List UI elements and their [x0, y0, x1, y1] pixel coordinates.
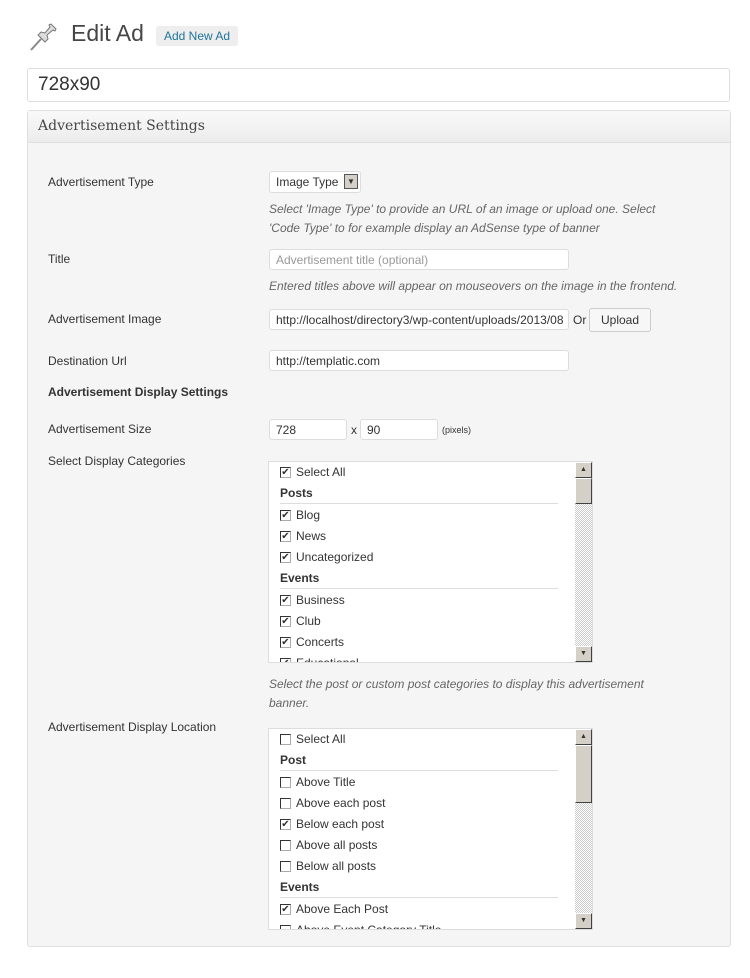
width-input[interactable]: 728	[269, 419, 347, 440]
checkbox-checked[interactable]: ✔	[280, 467, 291, 478]
location-listbox: Select All Post Above Title Above each post…	[268, 728, 593, 930]
list-item[interactable]: Above Title	[280, 772, 558, 793]
list-item[interactable]: Below all posts	[280, 856, 558, 877]
list-item[interactable]: ✔ Blog	[280, 505, 558, 526]
list-item-label: Blog	[296, 508, 321, 522]
checkbox-checked[interactable]: ✔	[280, 616, 291, 627]
title-label: Title	[48, 252, 71, 266]
list-item-label: Above each post	[296, 796, 386, 810]
add-new-ad-button[interactable]: Add New Ad	[156, 26, 239, 46]
list-item[interactable]: Select All	[280, 729, 558, 750]
advertisement-type-help: Select 'Image Type' to provide an URL of…	[269, 202, 656, 235]
display-categories-help: Select the post or custom post categorie…	[269, 677, 644, 710]
list-item-label: Concerts	[296, 635, 345, 649]
checkbox-unchecked[interactable]	[280, 798, 291, 809]
checkbox-unchecked[interactable]	[280, 861, 291, 872]
scroll-thumb[interactable]	[575, 745, 592, 803]
scroll-down-icon[interactable]: ▼	[575, 646, 592, 662]
list-item[interactable]: ✔ Educational	[280, 653, 558, 663]
checkbox-checked[interactable]: ✔	[280, 819, 291, 830]
display-location-label: Advertisement Display Location	[48, 720, 217, 734]
categories-listbox: ✔ Select All Posts ✔ Blog ✔ News ✔ Uncategorized…	[268, 461, 593, 663]
list-item-label: Select All	[296, 732, 346, 746]
list-item-label: Above Event Category Title	[296, 923, 442, 930]
select-value: Image Type	[276, 175, 339, 189]
list-item-label: Below each post	[296, 817, 385, 831]
advertisement-image-input[interactable]: http://localhost/directory3/wp-content/u…	[269, 309, 569, 330]
list-group-heading: Post	[280, 750, 558, 771]
list-item[interactable]: Above each post	[280, 793, 558, 814]
panel-header[interactable]: Advertisement Settings	[28, 111, 730, 143]
checkbox-checked[interactable]: ✔	[280, 595, 291, 606]
list-item-label: News	[296, 529, 327, 543]
or-text: Or	[573, 313, 587, 327]
checkbox-checked[interactable]: ✔	[280, 552, 291, 563]
title-input[interactable]: Advertisement title (optional)	[269, 249, 569, 270]
list-item-label: Club	[296, 614, 321, 628]
chevron-down-icon: ▼	[344, 174, 358, 189]
list-item-label: Below all posts	[296, 859, 377, 873]
list-group-heading: Events	[280, 877, 558, 898]
checkbox-checked[interactable]: ✔	[280, 531, 291, 542]
checkbox-unchecked[interactable]	[280, 777, 291, 788]
scrollbar[interactable]: ▲ ▼	[575, 729, 592, 929]
list-item[interactable]: ✔ Concerts	[280, 632, 558, 653]
location-list: Select All Post Above Title Above each post…	[280, 729, 558, 930]
checkbox-unchecked[interactable]	[280, 840, 291, 851]
list-item-label: Business	[296, 593, 345, 607]
upload-button[interactable]: Upload	[589, 308, 651, 332]
advertisement-size-label: Advertisement Size	[48, 422, 152, 436]
advertisement-image-label: Advertisement Image	[48, 312, 162, 326]
categories-list: ✔ Select All Posts ✔ Blog ✔ News ✔ Uncategorized…	[280, 462, 558, 663]
scroll-up-icon[interactable]: ▲	[575, 729, 592, 745]
checkbox-checked[interactable]: ✔	[280, 637, 291, 648]
list-item[interactable]: ✔ Club	[280, 611, 558, 632]
list-item-label: Above Title	[296, 775, 356, 789]
list-item[interactable]: ✔ Uncategorized	[280, 547, 558, 568]
destination-url-input[interactable]: http://templatic.com	[269, 350, 569, 371]
checkbox-checked[interactable]: ✔	[280, 904, 291, 915]
display-settings-heading: Advertisement Display Settings	[48, 385, 229, 399]
list-item[interactable]: ✔ Above Each Post	[280, 899, 558, 920]
page-title: Edit Ad	[71, 20, 144, 46]
post-title-input[interactable]: 728x90	[27, 68, 730, 102]
list-group-heading: Posts	[280, 483, 558, 504]
advertisement-type-select[interactable]: Image Type ▼	[269, 171, 361, 193]
pixels-unit: (pixels)	[442, 425, 472, 435]
list-item[interactable]: Above all posts	[280, 835, 558, 856]
list-item[interactable]: ✔ Below each post	[280, 814, 558, 835]
height-input[interactable]: 90	[360, 419, 438, 440]
checkbox-checked[interactable]: ✔	[280, 658, 291, 662]
list-item-label: Educational	[296, 656, 359, 663]
times-text: x	[351, 423, 357, 437]
list-item-label: Above all posts	[296, 838, 378, 852]
checkbox-checked[interactable]: ✔	[280, 510, 291, 521]
list-item[interactable]: ✔ Business	[280, 590, 558, 611]
checkbox-unchecked[interactable]	[280, 734, 291, 745]
advertisement-type-label: Advertisement Type	[48, 175, 154, 189]
list-group-heading: Events	[280, 568, 558, 589]
pushpin-icon	[30, 23, 57, 51]
title-help: Entered titles above will appear on mous…	[269, 279, 678, 293]
panel-title: Advertisement Settings	[38, 118, 205, 134]
scroll-up-icon[interactable]: ▲	[575, 462, 592, 478]
list-item-label: Uncategorized	[296, 550, 374, 564]
list-item-label: Select All	[296, 465, 346, 479]
display-categories-label: Select Display Categories	[48, 454, 186, 468]
scrollbar[interactable]: ▲ ▼	[575, 462, 592, 662]
scroll-down-icon[interactable]: ▼	[575, 913, 592, 929]
list-item[interactable]: Above Event Category Title	[280, 920, 558, 930]
list-item-label: Above Each Post	[296, 902, 389, 916]
list-item[interactable]: ✔ Select All	[280, 462, 558, 483]
checkbox-unchecked[interactable]	[280, 925, 291, 929]
destination-url-label: Destination Url	[48, 354, 127, 368]
scroll-thumb[interactable]	[575, 478, 592, 504]
list-item[interactable]: ✔ News	[280, 526, 558, 547]
